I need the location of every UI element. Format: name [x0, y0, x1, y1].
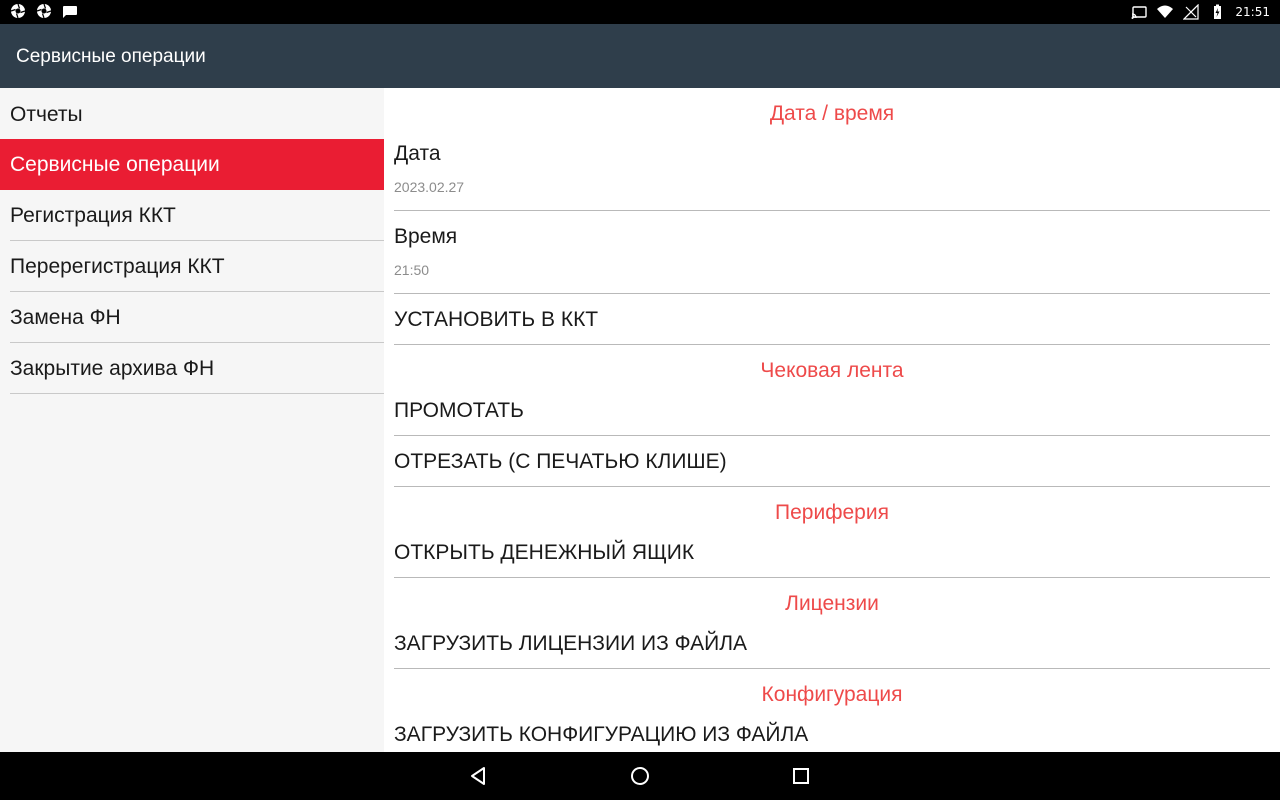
divider	[394, 577, 1270, 578]
date-value: 2023.02.27	[394, 179, 465, 195]
section-header-licenses: Лицензии	[785, 592, 879, 615]
battery-charging-icon	[1214, 4, 1222, 19]
time-value: 21:50	[394, 262, 430, 278]
sidebar-item-label: Закрытие архива ФН	[10, 357, 215, 380]
sidebar: Отчеты Сервисные операции Регистрация КК…	[0, 88, 384, 752]
section-header-receipt-tape: Чековая лента	[760, 359, 904, 382]
recents-icon[interactable]	[789, 764, 813, 788]
divider	[10, 393, 384, 394]
aperture-icon	[36, 3, 52, 19]
page-title: Сервисные операции	[16, 46, 206, 67]
date-title: Дата	[394, 142, 441, 165]
section-header-configuration: Конфигурация	[761, 683, 903, 706]
load-licenses-button[interactable]: ЗАГРУЗИТЬ ЛИЦЕНЗИИ ИЗ ФАЙЛА	[394, 632, 1270, 656]
section-header-peripherals: Периферия	[775, 501, 889, 524]
divider	[394, 435, 1270, 436]
sidebar-item-label: Регистрация ККТ	[10, 204, 176, 227]
wifi-icon	[1157, 5, 1174, 18]
divider	[394, 210, 1270, 211]
status-notifications	[10, 3, 78, 19]
load-configuration-button[interactable]: ЗАГРУЗИТЬ КОНФИГУРАЦИЮ ИЗ ФАЙЛА	[394, 723, 1270, 747]
sidebar-item-reports[interactable]: Отчеты	[0, 89, 384, 140]
sidebar-item-registration[interactable]: Регистрация ККТ	[0, 190, 384, 241]
divider	[394, 486, 1270, 487]
app-bar: Сервисные операции	[0, 24, 1280, 88]
cast-icon	[1131, 6, 1148, 19]
sidebar-item-label: Перерегистрация ККТ	[10, 255, 225, 278]
sidebar-item-label: Замена ФН	[10, 306, 121, 329]
sidebar-item-reregistration[interactable]: Перерегистрация ККТ	[0, 241, 384, 292]
divider	[394, 344, 1270, 345]
sidebar-item-fn-archive-close[interactable]: Закрытие архива ФН	[0, 343, 384, 394]
sidebar-item-service-operations[interactable]: Сервисные операции	[0, 139, 384, 190]
main-panel: Дата / время Дата 2023.02.27 Время 21:50…	[384, 88, 1280, 752]
signal-off-icon	[1183, 4, 1200, 20]
section-header-date-time: Дата / время	[769, 102, 895, 125]
content-area: Отчеты Сервисные операции Регистрация КК…	[0, 88, 1280, 752]
time-preference[interactable]: Время 21:50	[394, 225, 1270, 278]
aperture-icon	[10, 3, 26, 19]
status-time: 21:51	[1235, 5, 1270, 19]
sidebar-item-label: Сервисные операции	[10, 153, 220, 176]
date-preference[interactable]: Дата 2023.02.27	[394, 142, 1270, 195]
home-icon[interactable]	[628, 764, 652, 788]
chat-bubble-icon	[63, 6, 77, 18]
back-icon[interactable]	[467, 764, 491, 788]
divider	[394, 668, 1270, 669]
status-bar: 21:51	[0, 0, 1280, 24]
time-title: Время	[394, 225, 458, 248]
sidebar-item-fn-replacement[interactable]: Замена ФН	[0, 292, 384, 343]
divider	[394, 293, 1270, 294]
sidebar-item-label: Отчеты	[10, 103, 83, 126]
status-system-icons: 21:51	[1131, 3, 1270, 21]
navigation-bar	[0, 752, 1280, 800]
set-to-kkt-button[interactable]: УСТАНОВИТЬ В ККТ	[394, 308, 1270, 332]
scroll-tape-button[interactable]: ПРОМОТАТЬ	[394, 399, 1270, 423]
open-cash-drawer-button[interactable]: ОТКРЫТЬ ДЕНЕЖНЫЙ ЯЩИК	[394, 541, 1270, 565]
cut-tape-button[interactable]: ОТРЕЗАТЬ (С ПЕЧАТЬЮ КЛИШЕ)	[394, 450, 1270, 474]
